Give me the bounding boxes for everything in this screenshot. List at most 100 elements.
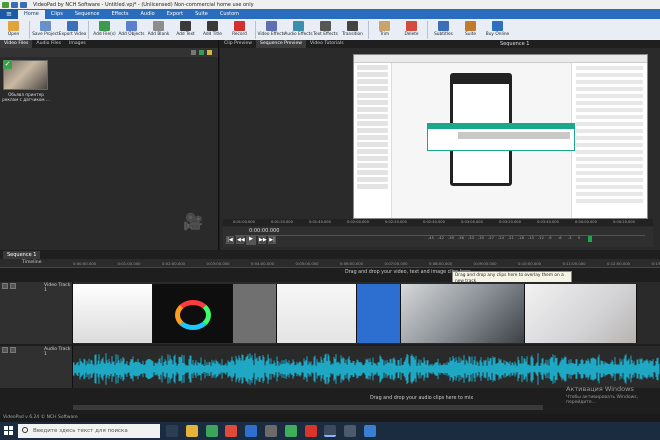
ribbon-button-subtitles[interactable]: Subtitles — [430, 19, 457, 40]
tab-home[interactable]: Home — [18, 10, 45, 19]
tab-clip-preview[interactable]: Clip Preview — [220, 40, 256, 48]
tab-sequence-1[interactable]: Sequence 1 — [3, 251, 41, 259]
go-start-button[interactable]: |◀ — [226, 236, 234, 244]
ribbon-button-transition[interactable]: Transition — [339, 19, 366, 40]
chrome-icon[interactable] — [225, 425, 237, 437]
ribbon-button-add-blank[interactable]: Add Blank — [145, 19, 172, 40]
tab-effects[interactable]: Effects — [106, 10, 135, 19]
preview-ruler-tick: 0:01:20.000 — [271, 220, 293, 224]
timeline-tick: 0:13:00.000 — [651, 261, 660, 266]
menu-hamburger-icon[interactable]: ≡ — [0, 9, 18, 19]
track-lock-button[interactable] — [10, 283, 16, 289]
audio-waveform[interactable] — [73, 352, 660, 386]
meter-tick: -6 — [558, 236, 562, 240]
tab-video-tutorials[interactable]: Video Tutorials — [306, 40, 348, 48]
ribbon-button-suite[interactable]: Suite — [457, 19, 484, 40]
ribbon-button-save-project[interactable]: Save Project — [32, 19, 59, 40]
windows-start-icon[interactable] — [4, 426, 13, 435]
ribbon-icon-3 — [99, 21, 110, 31]
meter-tick: -45 — [428, 236, 434, 240]
play-button[interactable]: ▶ — [246, 235, 256, 245]
maps-icon[interactable] — [364, 425, 376, 437]
meter-tick: -3 — [568, 236, 572, 240]
video-preview-frame — [353, 54, 648, 219]
save-quick-icon[interactable] — [11, 1, 18, 8]
video-clip[interactable] — [73, 284, 153, 343]
timeline-ruler[interactable]: Timeline 0:00:00.000 0:01:00.000 0:02:00.0… — [0, 259, 660, 268]
video-clip[interactable] — [357, 284, 401, 343]
audio-track: Audio Track 1 — [0, 346, 660, 388]
calculator-icon[interactable] — [265, 425, 277, 437]
app-icon-gray[interactable] — [344, 425, 356, 437]
tab-clips[interactable]: Clips — [45, 10, 69, 19]
taskbar-search-input[interactable]: Введите здесь текст для поиска — [18, 424, 160, 438]
ribbon-icon-13 — [379, 21, 390, 31]
tab-export[interactable]: Export — [161, 10, 189, 19]
audio-lock-button[interactable] — [10, 347, 16, 353]
media-bin-panel: Video Files Audio Files Images ✓ Обьявл … — [0, 40, 219, 250]
preview-ruler[interactable]: 0:01:00.000 0:01:20.000 0:01:40.000 0:02:00… — [223, 219, 653, 226]
tab-audio[interactable]: Audio — [135, 10, 161, 19]
bin-add-icon[interactable] — [199, 50, 204, 55]
bin-folder-icon[interactable] — [207, 50, 212, 55]
video-clip[interactable] — [401, 284, 525, 343]
audio-toggle-button[interactable] — [2, 347, 8, 353]
timeline-tick: 0:07:00.000 — [384, 261, 408, 266]
rewind-button[interactable]: ◀◀ — [236, 236, 245, 244]
fast-forward-button[interactable]: ▶▶ — [258, 236, 267, 244]
app-icon-green-2[interactable] — [285, 425, 297, 437]
opera-icon[interactable] — [305, 425, 317, 437]
ribbon-icon-8 — [234, 21, 245, 31]
tab-custom[interactable]: Custom — [214, 10, 245, 19]
tab-video-files[interactable]: Video Files — [0, 40, 33, 48]
ribbon-button-buy-online[interactable]: Buy Online — [484, 19, 511, 40]
ribbon-button-add-text[interactable]: Add Text — [172, 19, 199, 40]
tab-images[interactable]: Images — [65, 40, 90, 48]
window-title: VideoPad by NCH Software - Untitled.vpj*… — [33, 1, 254, 8]
timeline-scrollbar[interactable] — [73, 405, 543, 410]
checkmark-icon: ✓ — [3, 60, 12, 69]
ribbon-icon-0 — [8, 21, 19, 31]
tab-sequence[interactable]: Sequence — [69, 10, 106, 19]
app-icon-green[interactable] — [206, 425, 218, 437]
video-clip[interactable] — [153, 284, 233, 343]
windows-taskbar: Введите здесь текст для поиска — [0, 422, 660, 440]
ribbon-button-add-objects[interactable]: Add Objects — [118, 19, 145, 40]
status-bar: VideoPad v 6.24 © NCH Software — [0, 414, 660, 422]
tab-suite[interactable]: Suite — [189, 10, 214, 19]
ribbon-button-record[interactable]: Record — [226, 19, 253, 40]
ribbon-button-video-effects[interactable]: Video Effects — [258, 19, 286, 40]
tab-sequence-preview[interactable]: Sequence Preview — [256, 40, 307, 48]
file-explorer-icon[interactable] — [186, 425, 198, 437]
ribbon-button-trim[interactable]: Trim — [371, 19, 398, 40]
meter-tick: -36 — [458, 236, 464, 240]
ribbon-icon-10 — [293, 21, 304, 31]
ribbon-button-add-title[interactable]: Add Title — [199, 19, 226, 40]
ribbon-separator — [29, 21, 30, 39]
video-clip[interactable] — [277, 284, 357, 343]
ribbon-button-label: Add Objects — [118, 32, 145, 37]
ribbon-button-open[interactable]: Open — [0, 19, 27, 40]
meter-tick: -12 — [538, 236, 544, 240]
timeline-tick: 0:11:00.000 — [562, 261, 586, 266]
video-clip[interactable] — [525, 284, 637, 343]
app-icon-blue[interactable] — [245, 425, 257, 437]
ribbon-button-add-file-s[interactable]: Add File(s) — [91, 19, 118, 40]
bin-toolbar — [0, 48, 218, 57]
camera-icon: 🎥 — [183, 212, 203, 231]
go-end-button[interactable]: ▶| — [268, 236, 276, 244]
timeline-tick: 0:06:00.000 — [340, 261, 364, 266]
ribbon-button-audio-effects[interactable]: Audio Effects — [284, 19, 313, 40]
undo-quick-icon[interactable] — [20, 1, 27, 8]
track-toggle-button[interactable] — [2, 283, 8, 289]
bin-delete-icon[interactable] — [191, 50, 196, 55]
task-view-icon[interactable] — [166, 425, 178, 437]
ribbon-button-label: Audio Effects — [284, 32, 313, 37]
videopad-taskbar-icon[interactable] — [324, 425, 336, 437]
video-clip[interactable] — [233, 284, 277, 343]
ribbon-button-delete[interactable]: Delete — [398, 19, 425, 40]
ribbon-button-export-video[interactable]: Export Video — [59, 19, 86, 40]
preview-ruler-tick: 0:03:00.000 — [461, 220, 483, 224]
tab-audio-files[interactable]: Audio Files — [32, 40, 65, 48]
ribbon-button-text-effects[interactable]: Text Effects — [312, 19, 339, 40]
